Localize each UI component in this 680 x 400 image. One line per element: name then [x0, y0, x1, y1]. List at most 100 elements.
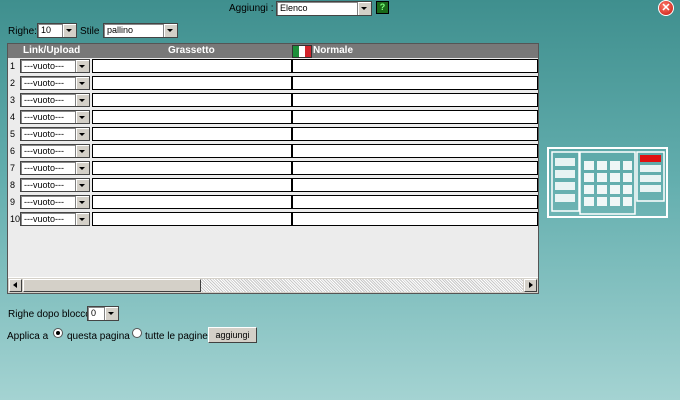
- rows-label: Righe:: [8, 26, 37, 37]
- link-upload-select[interactable]: ---vuoto---: [20, 59, 90, 73]
- apply-label: Applica a: [7, 331, 49, 342]
- radio-this-page[interactable]: [53, 328, 63, 338]
- style-value: pallino: [107, 25, 134, 35]
- link-upload-select[interactable]: ---vuoto---: [20, 127, 90, 141]
- normal-text-input[interactable]: [292, 127, 538, 141]
- link-upload-select[interactable]: ---vuoto---: [20, 93, 90, 107]
- arrow-right-icon: [529, 282, 533, 288]
- table-row: 6 ---vuoto---: [8, 144, 538, 160]
- chevron-down-icon: [75, 60, 89, 72]
- link-upload-select[interactable]: ---vuoto---: [20, 110, 90, 124]
- after-block-select[interactable]: 0: [87, 306, 119, 321]
- column-link-upload: Link/Upload: [23, 45, 81, 56]
- row-number: 2: [10, 78, 16, 88]
- bold-text-input[interactable]: [92, 127, 292, 141]
- link-upload-value: ---vuoto---: [24, 180, 64, 190]
- add-label: Aggiungi :: [229, 3, 274, 14]
- scroll-thumb[interactable]: [23, 279, 201, 292]
- normal-text-input[interactable]: [292, 76, 538, 90]
- row-number: 6: [10, 146, 16, 156]
- row-number: 9: [10, 197, 16, 207]
- rows-select[interactable]: 10: [37, 23, 77, 38]
- radio-all-pages-label: tutte le pagine: [145, 331, 208, 342]
- table-row: 2 ---vuoto---: [8, 76, 538, 92]
- link-upload-select[interactable]: ---vuoto---: [20, 178, 90, 192]
- italian-flag-icon: [292, 45, 312, 58]
- normal-text-input[interactable]: [292, 195, 538, 209]
- column-grassetto: Grassetto: [168, 45, 215, 56]
- table-row: 7 ---vuoto---: [8, 161, 538, 177]
- style-label: Stile: [80, 26, 100, 37]
- row-number: 8: [10, 180, 16, 190]
- bold-text-input[interactable]: [92, 195, 292, 209]
- bold-text-input[interactable]: [92, 76, 292, 90]
- bold-text-input[interactable]: [92, 161, 292, 175]
- bold-text-input[interactable]: [92, 110, 292, 124]
- layout-preview-icon: [547, 147, 668, 218]
- chevron-down-icon: [75, 179, 89, 191]
- chevron-down-icon: [163, 24, 177, 37]
- after-block-value: 0: [91, 308, 97, 318]
- style-select[interactable]: pallino: [103, 23, 178, 38]
- close-icon[interactable]: ✕: [658, 0, 674, 16]
- bold-text-input[interactable]: [92, 212, 292, 226]
- arrow-left-icon: [13, 282, 17, 288]
- add-type-select[interactable]: Elenco: [276, 1, 372, 16]
- table-row: 8 ---vuoto---: [8, 178, 538, 194]
- bold-text-input[interactable]: [92, 93, 292, 107]
- row-number: 7: [10, 163, 16, 173]
- link-upload-select[interactable]: ---vuoto---: [20, 144, 90, 158]
- link-upload-select[interactable]: ---vuoto---: [20, 161, 90, 175]
- link-upload-value: ---vuoto---: [24, 214, 64, 224]
- bold-text-input[interactable]: [92, 178, 292, 192]
- table-row: 9 ---vuoto---: [8, 195, 538, 211]
- row-number: 3: [10, 95, 16, 105]
- scroll-left-button[interactable]: [9, 279, 22, 292]
- chevron-down-icon: [75, 162, 89, 174]
- table-row: 4 ---vuoto---: [8, 110, 538, 126]
- row-number: 1: [10, 61, 16, 71]
- radio-this-page-label: questa pagina: [67, 331, 130, 342]
- link-upload-value: ---vuoto---: [24, 78, 64, 88]
- add-type-value: Elenco: [280, 3, 308, 13]
- link-upload-value: ---vuoto---: [24, 112, 64, 122]
- chevron-down-icon: [75, 111, 89, 123]
- column-normale: Normale: [313, 45, 354, 56]
- help-icon[interactable]: ?: [376, 1, 389, 14]
- table-row: 10 ---vuoto---: [8, 212, 538, 228]
- link-upload-select[interactable]: ---vuoto---: [20, 76, 90, 90]
- normal-text-input[interactable]: [292, 161, 538, 175]
- chevron-down-icon: [75, 94, 89, 106]
- bold-text-input[interactable]: [92, 59, 292, 73]
- link-upload-value: ---vuoto---: [24, 146, 64, 156]
- radio-all-pages[interactable]: [132, 328, 142, 338]
- bold-text-input[interactable]: [92, 144, 292, 158]
- normal-text-input[interactable]: [292, 59, 538, 73]
- table-row: 3 ---vuoto---: [8, 93, 538, 109]
- scroll-track[interactable]: [201, 279, 523, 292]
- link-upload-value: ---vuoto---: [24, 163, 64, 173]
- normal-text-input[interactable]: [292, 178, 538, 192]
- chevron-down-icon: [75, 77, 89, 89]
- link-upload-value: ---vuoto---: [24, 95, 64, 105]
- link-upload-select[interactable]: ---vuoto---: [20, 212, 90, 226]
- row-number: 5: [10, 129, 16, 139]
- chevron-down-icon: [104, 307, 118, 320]
- normal-text-input[interactable]: [292, 93, 538, 107]
- normal-text-input[interactable]: [292, 110, 538, 124]
- link-upload-select[interactable]: ---vuoto---: [20, 195, 90, 209]
- link-upload-value: ---vuoto---: [24, 197, 64, 207]
- table-row: 5 ---vuoto---: [8, 127, 538, 143]
- after-block-label: Righe dopo blocco: [8, 309, 91, 320]
- rows-value: 10: [41, 25, 52, 35]
- scroll-right-button[interactable]: [524, 279, 537, 292]
- link-upload-value: ---vuoto---: [24, 129, 64, 139]
- chevron-down-icon: [75, 128, 89, 140]
- link-upload-value: ---vuoto---: [24, 61, 64, 71]
- add-button[interactable]: aggiungi: [208, 327, 257, 343]
- row-number: 4: [10, 112, 16, 122]
- normal-text-input[interactable]: [292, 212, 538, 226]
- table-row: 1 ---vuoto---: [8, 59, 538, 75]
- normal-text-input[interactable]: [292, 144, 538, 158]
- horizontal-scrollbar[interactable]: [8, 277, 538, 293]
